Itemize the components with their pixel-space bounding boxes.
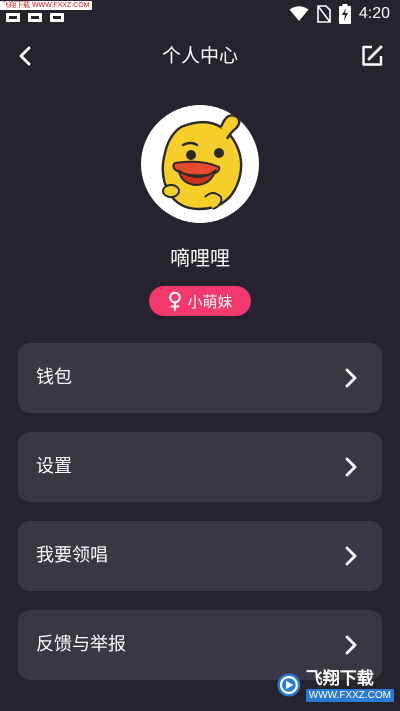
female-icon	[169, 291, 182, 311]
watermark-brand: 飞翔下载 WWW.FXXZ.COM	[305, 668, 394, 702]
menu-item-wallet[interactable]: 钱包	[18, 343, 382, 413]
duck-avatar-icon	[161, 114, 243, 211]
watermark-text: 飞翔下载 WWW.FXXZ.COM	[0, 1, 92, 10]
username: 嘀哩哩	[170, 246, 230, 270]
battery-charging-icon	[338, 4, 351, 24]
watermark-brand-name: 飞翔下载	[305, 668, 374, 689]
status-indicators: 4:20	[289, 4, 390, 24]
watermark-logo-icon	[277, 673, 301, 697]
menu-item-label: 设置	[36, 456, 72, 477]
chevron-right-icon	[345, 546, 357, 566]
wifi-icon	[289, 6, 309, 21]
notification-icon	[28, 13, 42, 22]
menu-item-lead-singer[interactable]: 我要领唱	[18, 521, 382, 591]
status-bar: 飞翔下载 WWW.FXXZ.COM 4:20	[0, 0, 400, 28]
watermark-bottom: 飞翔下载 WWW.FXXZ.COM	[276, 665, 394, 705]
status-time: 4:20	[358, 5, 390, 22]
gender-badge: 小萌妹	[149, 286, 251, 316]
notification-icon	[6, 13, 20, 22]
badge-label: 小萌妹	[187, 292, 233, 311]
no-sim-icon	[317, 5, 331, 23]
watermark-brand-url: WWW.FXXZ.COM	[305, 688, 394, 702]
menu-item-label: 反馈与举报	[36, 634, 126, 655]
chevron-right-icon	[345, 457, 357, 477]
chevron-right-icon	[345, 635, 357, 655]
page-title: 个人中心	[161, 45, 238, 67]
edit-icon[interactable]	[360, 44, 384, 68]
menu-item-label: 我要领唱	[36, 545, 108, 566]
watermark-top: 飞翔下载 WWW.FXXZ.COM	[0, 1, 92, 25]
menu-item-label: 钱包	[36, 367, 72, 388]
menu-item-settings[interactable]: 设置	[18, 432, 382, 502]
notification-icon	[50, 13, 64, 22]
notification-icons	[0, 13, 92, 22]
avatar[interactable]	[141, 105, 259, 223]
header: 个人中心	[0, 36, 400, 76]
chevron-right-icon	[345, 368, 357, 388]
